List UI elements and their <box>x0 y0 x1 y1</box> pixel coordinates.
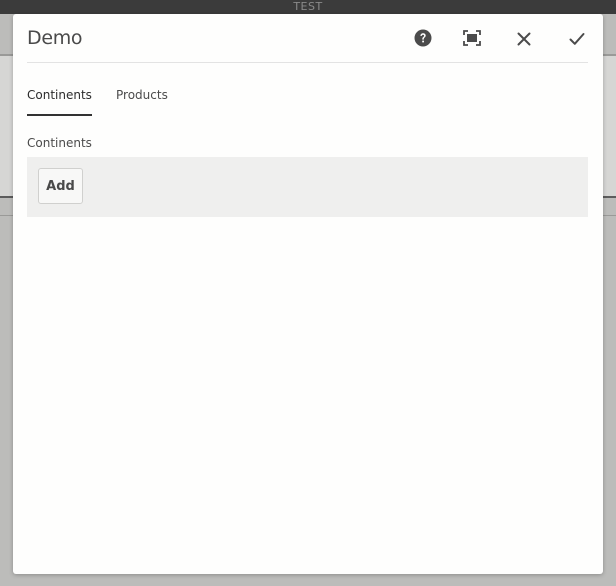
add-button[interactable]: Add <box>38 168 83 204</box>
help-icon <box>414 29 432 51</box>
continents-field-label: Continents <box>27 136 92 150</box>
tab-products[interactable]: Products <box>116 88 168 114</box>
help-button[interactable] <box>409 26 437 54</box>
tab-continents[interactable]: Continents <box>27 88 92 116</box>
continents-multifield: Add <box>27 157 588 217</box>
window-caption: TEST <box>293 0 323 13</box>
close-button[interactable] <box>510 26 538 54</box>
done-button[interactable] <box>563 26 591 54</box>
dialog-title: Demo <box>27 27 83 49</box>
window-caption-bar: TEST <box>0 0 616 14</box>
dialog: Demo Continents Products Continents Add <box>13 14 603 574</box>
dialog-header: Demo <box>27 14 588 63</box>
fullscreen-button[interactable] <box>458 26 486 54</box>
fullscreen-icon <box>463 30 481 50</box>
close-icon <box>517 31 531 50</box>
checkmark-icon <box>569 31 585 50</box>
